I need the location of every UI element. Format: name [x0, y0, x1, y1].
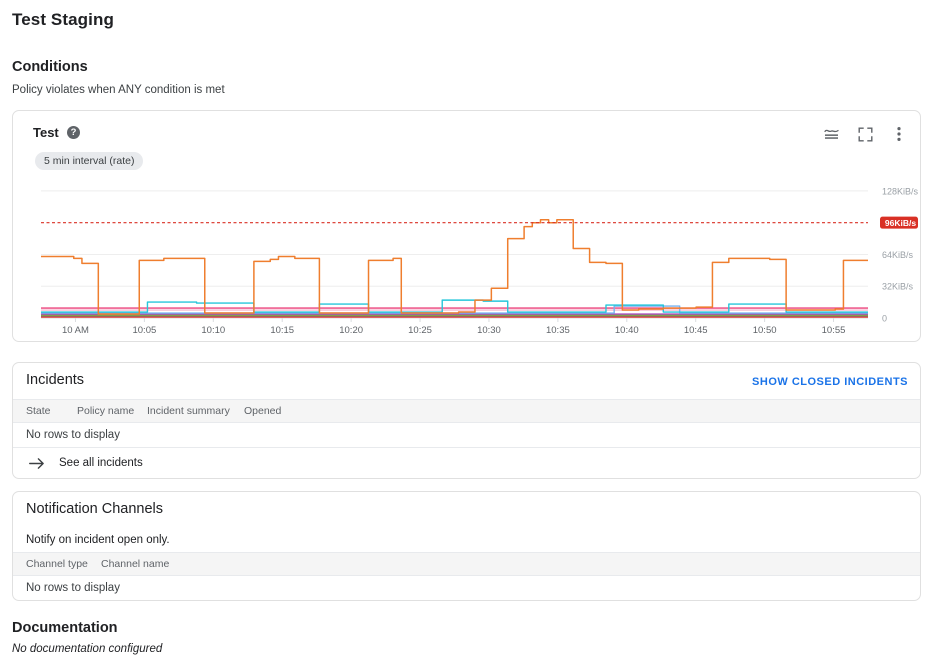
documentation-body: No documentation configured: [12, 643, 163, 655]
chart-svg: 0 32KiB/s 64KiB/s 128KiB/s 10 AM 10:05 10:10 10…: [41, 186, 919, 336]
fullscreen-icon[interactable]: [854, 123, 876, 145]
see-all-incidents-label: See all incidents: [59, 457, 143, 469]
y-axis-tick-label: 0: [882, 314, 887, 324]
x-axis-tick-label: 10:55: [822, 325, 846, 336]
arrow-right-icon: [29, 455, 45, 471]
x-axis-tick-label: 10:35: [546, 325, 570, 336]
x-axis-tick-label: 10:30: [477, 325, 501, 336]
x-axis-tick-label: 10:45: [684, 325, 708, 336]
column-incident-summary: Incident summary: [147, 405, 230, 417]
policy-detail-page: Test Staging Conditions Policy violates …: [0, 0, 933, 664]
page-title: Test Staging: [12, 10, 114, 29]
incidents-empty-row: No rows to display: [13, 423, 920, 448]
column-channel-name: Channel name: [101, 558, 170, 570]
documentation-heading: Documentation: [12, 620, 118, 636]
y-axis-tick-label: 64KiB/s: [882, 250, 914, 260]
see-all-incidents-button[interactable]: See all incidents: [13, 448, 920, 478]
x-axis-tick-label: 10:40: [615, 325, 639, 336]
x-axis-tick-label: 10:20: [339, 325, 363, 336]
show-closed-incidents-link[interactable]: SHOW CLOSED INCIDENTS: [752, 376, 908, 388]
notify-on-open-text: Notify on incident open only.: [26, 534, 170, 546]
help-icon[interactable]: ?: [67, 126, 80, 139]
channels-empty-row: No rows to display: [26, 582, 120, 594]
condition-chart-card: Test ? 5 min interval (rate) 0 32KiB/s 6…: [12, 110, 921, 342]
conditions-subtitle: Policy violates when ANY condition is me…: [12, 84, 225, 96]
incidents-heading: Incidents: [26, 372, 85, 388]
chart-actions: [820, 123, 910, 145]
column-policy-name: Policy name: [77, 405, 135, 417]
channels-table-header: Channel type Channel name: [13, 552, 920, 576]
channels-title-row: Notification Channels: [13, 492, 920, 528]
x-axis-tick-label: 10 AM: [62, 325, 89, 336]
column-state: State: [26, 405, 51, 417]
y-axis-tick-label: 32KiB/s: [882, 282, 914, 292]
chart-title: Test: [33, 125, 59, 140]
y-axis-tick-label: 128KiB/s: [882, 186, 919, 196]
notification-channels-heading: Notification Channels: [26, 501, 164, 517]
notification-channels-card: Notification Channels Notify on incident…: [12, 491, 921, 601]
threshold-badge-label: 96KiB/s: [885, 218, 916, 228]
x-axis-tick-label: 10:50: [753, 325, 777, 336]
x-axis-tick-label: 10:25: [408, 325, 432, 336]
more-options-icon[interactable]: [888, 123, 910, 145]
incidents-title-row: Incidents SHOW CLOSED INCIDENTS: [13, 363, 920, 399]
x-axis-tick-label: 10:15: [270, 325, 294, 336]
chart-plot-area: 0 32KiB/s 64KiB/s 128KiB/s 10 AM 10:05 10:10 10…: [13, 173, 920, 341]
column-channel-type: Channel type: [26, 558, 88, 570]
incidents-card: Incidents SHOW CLOSED INCIDENTS State Po…: [12, 362, 921, 479]
x-axis-tick-label: 10:10: [201, 325, 225, 336]
column-opened: Opened: [244, 405, 282, 417]
incidents-table-header: State Policy name Incident summary Opene…: [13, 399, 920, 423]
chart-header: Test ?: [13, 111, 920, 151]
x-axis-tick-label: 10:05: [132, 325, 156, 336]
interval-chip: 5 min interval (rate): [35, 152, 144, 170]
chart-legend-icon[interactable]: [820, 123, 842, 145]
conditions-heading: Conditions: [12, 59, 88, 75]
